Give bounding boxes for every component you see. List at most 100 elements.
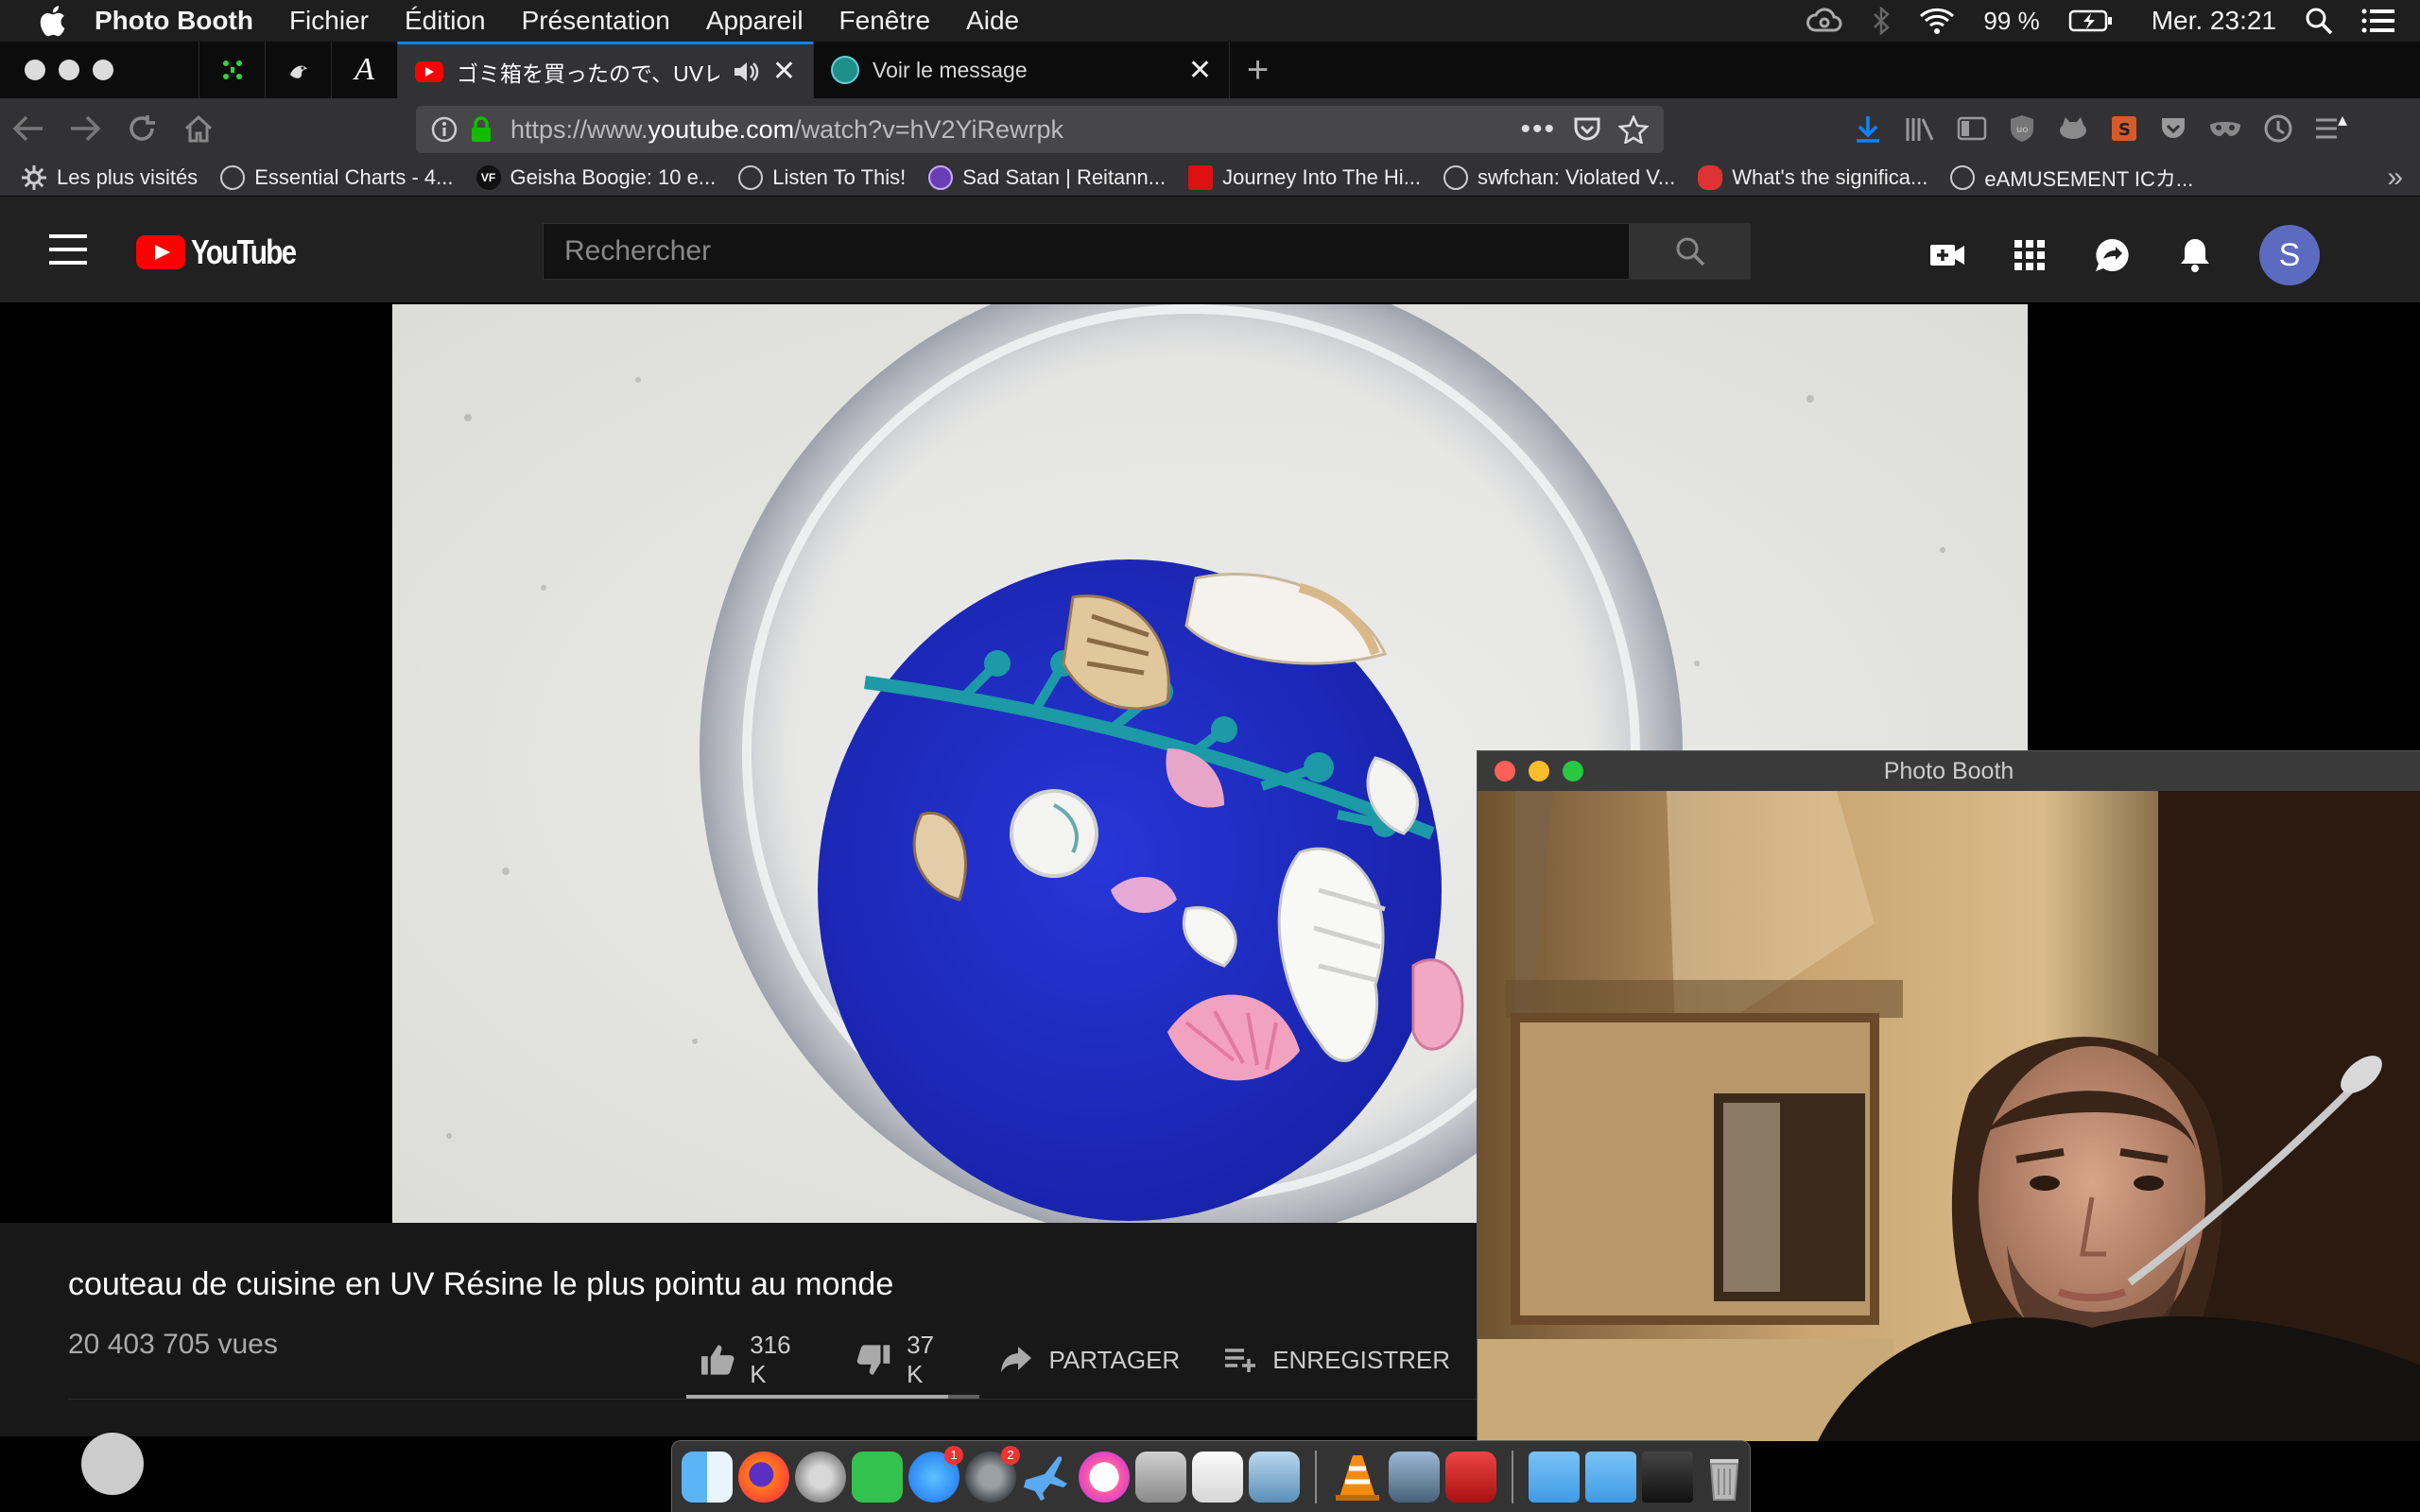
menu-app-name[interactable]: Photo Booth — [95, 6, 253, 36]
create-video-icon[interactable] — [1928, 242, 1966, 268]
menu-appareil[interactable]: Appareil — [706, 6, 804, 36]
creative-cloud-icon[interactable] — [1806, 8, 1843, 34]
bookmark-item[interactable]: VF Geisha Boogie: 10 e... — [475, 164, 716, 190]
pocket-toolbar-icon[interactable] — [2159, 115, 2187, 142]
screenshot-stack-icon[interactable] — [1642, 1451, 1693, 1503]
history-clock-icon[interactable] — [2263, 113, 2293, 144]
home-button[interactable] — [170, 98, 227, 159]
save-button[interactable]: ENREGISTRER — [1223, 1346, 1450, 1375]
avatar[interactable]: S — [2259, 225, 2320, 285]
forward-button[interactable] — [57, 98, 113, 159]
bluetooth-icon[interactable] — [1872, 7, 1891, 35]
close-tab-icon[interactable]: ✕ — [772, 55, 796, 88]
bookmark-item[interactable]: swfchan: Violated V... — [1443, 164, 1675, 190]
folder-icon[interactable] — [1529, 1451, 1580, 1503]
youtube-logo[interactable]: YouTube — [136, 232, 319, 272]
sidebar-icon[interactable] — [1957, 115, 1987, 142]
bookmark-item[interactable]: Listen To This! — [738, 164, 906, 190]
notification-center-icon[interactable] — [2361, 8, 2395, 34]
webcam-image — [1478, 791, 2420, 1441]
pocket-icon[interactable] — [1573, 116, 1601, 143]
menu-presentation[interactable]: Présentation — [522, 6, 670, 36]
page-actions-icon[interactable]: ••• — [1520, 113, 1556, 146]
zoom-window-button[interactable] — [93, 60, 113, 80]
lock-icon[interactable] — [469, 116, 493, 143]
hamburger-menu-icon[interactable] — [49, 234, 87, 265]
back-button[interactable] — [0, 98, 57, 159]
bookmarks-overflow-icon[interactable]: » — [2387, 162, 2403, 194]
thumbs-up-icon — [700, 1345, 735, 1375]
messages-share-icon[interactable] — [2093, 236, 2131, 274]
app-store-icon[interactable]: 1 — [908, 1445, 963, 1503]
apps-grid-icon[interactable] — [2014, 239, 2046, 271]
trash-icon[interactable] — [1699, 1452, 1750, 1503]
system-preferences-icon[interactable]: 2 — [965, 1445, 1020, 1503]
dislike-button[interactable]: 37 K — [856, 1331, 957, 1389]
share-button[interactable]: PARTAGER — [999, 1346, 1180, 1375]
facetime-icon[interactable] — [852, 1451, 903, 1503]
speaker-icon[interactable] — [733, 60, 759, 83]
menu-aide[interactable]: Aide — [966, 6, 1019, 36]
preview-icon[interactable] — [1249, 1451, 1300, 1503]
itunes-icon[interactable] — [1079, 1451, 1130, 1503]
youtube-favicon-icon — [415, 60, 443, 82]
tab-voir-le-message[interactable]: Voir le message ✕ — [813, 42, 1229, 98]
new-tab-button[interactable]: + — [1229, 42, 1286, 98]
menu-fichier[interactable]: Fichier — [289, 6, 369, 36]
channel-avatar[interactable] — [81, 1433, 144, 1495]
menu-clock[interactable]: Mer. 23:21 — [2152, 6, 2276, 36]
home-icon — [184, 114, 213, 143]
photo-booth-window[interactable]: Photo Booth — [1477, 750, 2420, 1441]
like-button[interactable]: 316 K — [700, 1331, 813, 1389]
close-window-button[interactable] — [25, 60, 45, 80]
bookmark-item[interactable]: What's the significa... — [1698, 164, 1927, 190]
photo-booth-dock-icon[interactable] — [1445, 1451, 1496, 1503]
battery-charging-icon[interactable] — [2068, 9, 2114, 33]
url-text[interactable]: https://www.youtube.com/watch?v=hV2YiRew… — [510, 115, 1520, 145]
vlc-icon[interactable] — [1332, 1452, 1383, 1503]
library-icon[interactable] — [1904, 114, 1936, 143]
folder-icon[interactable] — [1585, 1451, 1636, 1503]
ublock-icon[interactable]: uo — [2008, 113, 2036, 144]
menu-edition[interactable]: Édition — [405, 6, 486, 36]
dock-separator — [1512, 1450, 1513, 1503]
launchpad-icon[interactable] — [795, 1451, 846, 1503]
bookmark-item[interactable]: Essential Charts - 4... — [220, 164, 454, 190]
bookmark-item[interactable]: eAMUSEMENT ICカ... — [1950, 163, 2193, 193]
extension-s-icon[interactable]: S — [2110, 114, 2138, 143]
close-tab-icon[interactable]: ✕ — [1188, 54, 1212, 87]
minimize-window-button[interactable] — [59, 60, 79, 80]
bookmark-item[interactable]: Journey Into The Hi... — [1188, 164, 1421, 190]
tab-youtube-video[interactable]: ゴミ箱を買ったので、UVレジンで ✕ — [397, 42, 813, 98]
pinned-tab-2[interactable] — [265, 42, 331, 98]
bookmark-star-icon[interactable] — [1618, 115, 1649, 144]
reload-button[interactable] — [113, 98, 170, 159]
pinned-tab-1[interactable] — [199, 42, 265, 98]
pinned-tab-3[interactable]: A — [331, 42, 397, 98]
bookmark-item[interactable]: Sad Satan | Reitann... — [928, 164, 1166, 190]
finder-icon[interactable] — [682, 1451, 733, 1503]
airplane-icon[interactable] — [1022, 1452, 1073, 1503]
textedit-icon[interactable] — [1192, 1451, 1243, 1503]
notifications-bell-icon[interactable] — [2178, 236, 2212, 274]
extension-cat-icon[interactable] — [2057, 115, 2089, 142]
menu-fenetre[interactable]: Fenêtre — [839, 6, 931, 36]
search-button[interactable] — [1630, 223, 1751, 280]
image-capture-icon[interactable] — [1389, 1451, 1440, 1503]
script-editor-icon[interactable] — [1135, 1451, 1186, 1503]
apple-icon[interactable] — [38, 5, 66, 37]
firefox-icon[interactable] — [738, 1451, 789, 1503]
photo-booth-titlebar[interactable]: Photo Booth — [1478, 751, 2420, 791]
download-icon[interactable] — [1853, 113, 1883, 144]
app-menu-icon[interactable] — [2314, 114, 2348, 143]
info-icon[interactable] — [431, 116, 458, 143]
search-input[interactable] — [543, 223, 1630, 280]
mask-icon[interactable] — [2208, 117, 2242, 140]
wifi-icon[interactable] — [1919, 7, 1955, 35]
message-favicon-icon — [831, 56, 859, 84]
url-prefix: https://www. — [510, 114, 648, 144]
url-bar[interactable]: https://www.youtube.com/watch?v=hV2YiRew… — [416, 106, 1664, 153]
globe-icon — [738, 164, 764, 190]
bookmark-item[interactable]: Les plus visités — [21, 164, 198, 191]
spotlight-search-icon[interactable] — [2305, 7, 2333, 35]
